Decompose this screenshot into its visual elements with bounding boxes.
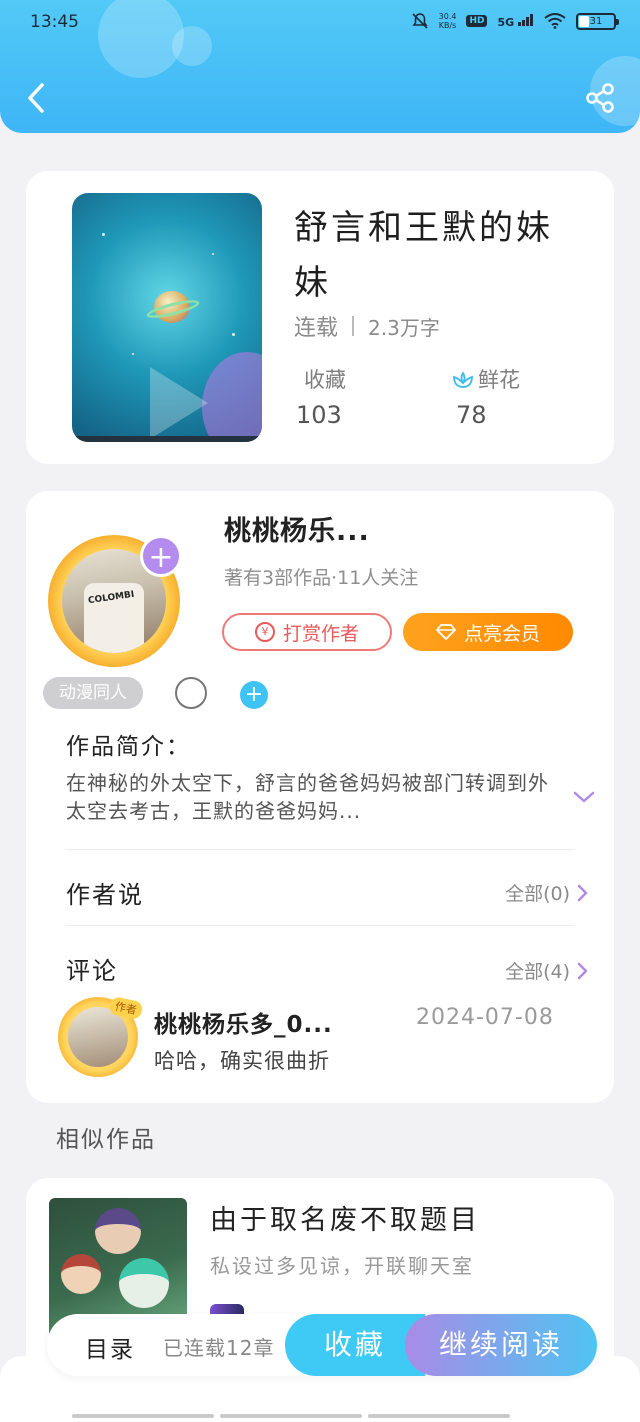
similar-work-title: 由于取名废不取题目 xyxy=(210,1205,480,1236)
comments-all-label: 全部(4) xyxy=(505,961,570,983)
tag-circle[interactable] xyxy=(175,677,207,709)
cover-star xyxy=(212,253,214,255)
catalog-button[interactable]: 目录 xyxy=(85,1330,135,1364)
similar-works-title: 相似作品 xyxy=(56,1127,156,1153)
cover-star xyxy=(102,233,105,236)
author-says-all-label: 全部(0) xyxy=(505,883,570,905)
status-time: 13:45 xyxy=(30,12,79,32)
tip-author-label: 打赏作者 xyxy=(282,622,359,645)
comment-text[interactable]: 哈哈，确实很曲折 xyxy=(154,1045,330,1075)
home-indicator-segment xyxy=(72,1414,214,1418)
intro-text[interactable]: 在神秘的外太空下，舒言的爸爸妈妈被部门转调到外太空去考古，王默的爸爸妈妈... xyxy=(66,769,566,825)
book-info-card: 舒言和王默的妹妹 连载 2.3万字 收藏 103 鲜花 78 xyxy=(26,171,614,464)
cover-character xyxy=(95,1208,141,1254)
network-label: 5G xyxy=(497,15,515,29)
bottom-action-bar: 目录 已连载12章 收藏 继续阅读 xyxy=(47,1314,597,1376)
bell-off-icon xyxy=(412,13,428,29)
cover-glow xyxy=(202,352,262,442)
flower-icon xyxy=(453,371,473,388)
divider xyxy=(66,925,574,926)
flowers-label-group[interactable]: 鲜花 xyxy=(452,364,520,394)
author-says-all-link[interactable]: 全部(0) xyxy=(505,879,588,906)
cover-character xyxy=(119,1258,169,1308)
comment-date: 2024-07-08 xyxy=(416,1005,554,1030)
play-icon xyxy=(150,367,208,439)
author-name[interactable]: 桃桃杨乐... xyxy=(224,509,370,548)
comments-all-link[interactable]: 全部(4) xyxy=(505,957,588,984)
vip-button-label: 点亮会员 xyxy=(463,622,540,645)
net-speed-value: 30.4 xyxy=(438,12,457,21)
continue-reading-button[interactable]: 继续阅读 xyxy=(405,1314,597,1376)
book-status: 连载 xyxy=(294,316,339,341)
cover-star xyxy=(232,333,235,336)
status-icons: 30.4 KB/s HD 5G 31 xyxy=(411,12,619,30)
favorite-button[interactable]: 收藏 xyxy=(285,1314,425,1376)
comment-avatar-image xyxy=(68,1007,128,1067)
signal-icon xyxy=(518,13,533,26)
follow-plus-button[interactable]: + xyxy=(140,535,182,577)
similar-work-subtitle: 私设过多见谅，开联聊天室 xyxy=(210,1254,474,1278)
favorites-count: 103 xyxy=(296,401,342,429)
hd-badge: HD xyxy=(466,15,488,27)
wifi-icon xyxy=(544,13,566,29)
network-type: 5G xyxy=(497,13,534,29)
book-meta: 连载 2.3万字 xyxy=(294,310,440,342)
author-says-title: 作者说 xyxy=(66,881,144,909)
add-tag-button[interactable]: + xyxy=(240,681,268,709)
chevron-right-icon xyxy=(577,884,588,901)
book-word-count: 2.3万字 xyxy=(368,315,440,340)
chevron-down-icon[interactable] xyxy=(572,789,596,805)
coin-icon: ¥ xyxy=(254,622,275,642)
back-arrow-icon[interactable] xyxy=(20,80,56,116)
tip-author-button[interactable]: ¥ 打赏作者 xyxy=(222,613,392,651)
comment-user-name[interactable]: 桃桃杨乐多_0... xyxy=(154,1005,333,1039)
net-speed-unit: KB/s xyxy=(438,21,457,30)
battery-fill xyxy=(579,15,589,27)
flowers-label: 鲜花 xyxy=(478,368,520,392)
battery-level: 31 xyxy=(589,15,603,27)
book-title: 舒言和王默的妹妹 xyxy=(294,208,553,303)
author-summary: 著有3部作品·11人关注 xyxy=(224,567,419,589)
tag-anime-fanfic[interactable]: 动漫同人 xyxy=(43,677,143,709)
battery-indicator: 31 xyxy=(576,12,619,30)
net-speed: 30.4 KB/s xyxy=(439,12,457,30)
cover-star xyxy=(132,353,134,355)
home-indicator-segment xyxy=(368,1414,510,1418)
header: 13:45 30.4 KB/s HD 5G 31 xyxy=(0,0,640,133)
divider xyxy=(66,849,574,850)
intro-title: 作品简介： xyxy=(66,734,191,760)
favorites-label: 收藏 xyxy=(304,368,346,392)
author-card: COLOMBI + 桃桃杨乐... 著有3部作品·11人关注 ¥ 打赏作者 点亮… xyxy=(26,491,614,1103)
cover-character xyxy=(61,1254,101,1294)
chevron-right-icon xyxy=(577,962,588,979)
share-icon[interactable] xyxy=(584,82,616,114)
flowers-count: 78 xyxy=(456,401,487,429)
home-indicator-segment xyxy=(220,1414,362,1418)
cover-bottom-strip xyxy=(72,436,262,442)
meta-divider xyxy=(352,316,355,336)
status-bar: 13:45 30.4 KB/s HD 5G 31 xyxy=(0,0,640,48)
chapter-count: 已连载12章 xyxy=(163,1336,275,1360)
home-indicator xyxy=(72,1414,510,1418)
comments-title: 评论 xyxy=(66,957,118,985)
vip-button[interactable]: 点亮会员 xyxy=(403,613,573,651)
book-cover[interactable] xyxy=(72,193,262,442)
diamond-icon xyxy=(436,624,456,640)
